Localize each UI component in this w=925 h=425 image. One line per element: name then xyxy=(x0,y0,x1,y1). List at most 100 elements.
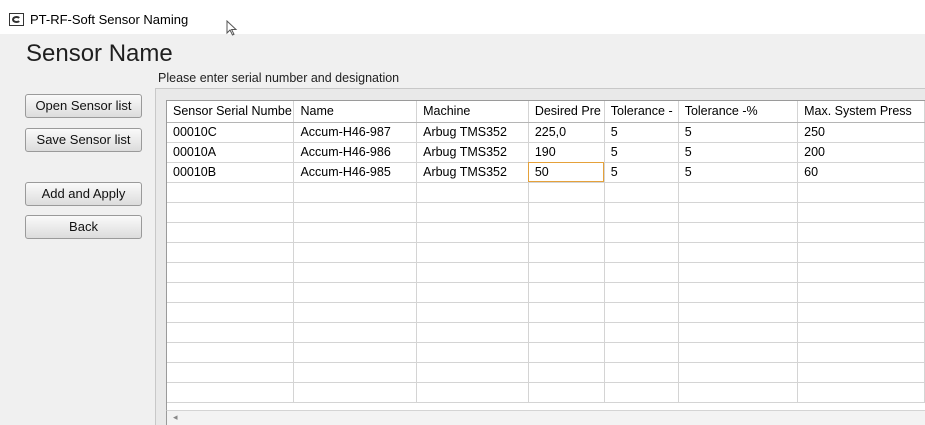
table-cell[interactable] xyxy=(416,282,529,303)
table-cell[interactable] xyxy=(604,242,679,263)
table-cell[interactable] xyxy=(293,302,418,323)
table-cell[interactable] xyxy=(416,362,529,383)
save-sensor-list-button[interactable]: Save Sensor list xyxy=(25,128,142,152)
table-cell[interactable] xyxy=(416,342,529,363)
table-row[interactable] xyxy=(167,362,925,383)
table-cell[interactable] xyxy=(167,382,295,403)
column-header[interactable]: Name xyxy=(293,101,418,123)
table-cell[interactable] xyxy=(678,342,799,363)
table-cell[interactable]: 5 xyxy=(678,142,799,163)
table-cell[interactable] xyxy=(604,342,679,363)
table-cell[interactable] xyxy=(678,262,799,283)
table-cell[interactable]: Accum-H46-987 xyxy=(293,122,418,143)
table-cell[interactable] xyxy=(293,242,418,263)
table-cell[interactable] xyxy=(797,302,925,323)
table-cell[interactable] xyxy=(528,382,605,403)
table-cell[interactable] xyxy=(528,302,605,323)
table-cell[interactable] xyxy=(528,262,605,283)
table-cell[interactable] xyxy=(167,362,295,383)
table-cell[interactable] xyxy=(797,322,925,343)
back-button[interactable]: Back xyxy=(25,215,142,239)
table-row[interactable] xyxy=(167,302,925,323)
table-cell[interactable] xyxy=(528,362,605,383)
table-cell[interactable] xyxy=(604,202,679,223)
table-cell[interactable] xyxy=(416,202,529,223)
table-cell[interactable] xyxy=(416,182,529,203)
table-cell[interactable] xyxy=(528,242,605,263)
table-row[interactable]: 00010A Accum-H46-986 Arbug TMS352 190 5 5 200 xyxy=(167,142,925,163)
table-cell[interactable] xyxy=(797,242,925,263)
table-row[interactable]: 00010B Accum-H46-985 Arbug TMS352 50 5 5 60 xyxy=(167,162,925,183)
table-cell[interactable] xyxy=(797,182,925,203)
column-header[interactable]: Max. System Press xyxy=(797,101,925,123)
table-cell[interactable] xyxy=(293,322,418,343)
table-cell[interactable] xyxy=(604,282,679,303)
table-cell[interactable]: 60 xyxy=(797,162,925,183)
table-cell[interactable] xyxy=(416,262,529,283)
table-row[interactable] xyxy=(167,382,925,403)
table-cell[interactable] xyxy=(293,202,418,223)
table-cell[interactable] xyxy=(604,322,679,343)
table-cell[interactable] xyxy=(797,382,925,403)
table-cell[interactable] xyxy=(167,262,295,283)
table-cell[interactable] xyxy=(293,282,418,303)
column-header[interactable]: Sensor Serial Numbe xyxy=(167,101,295,123)
table-cell[interactable] xyxy=(604,182,679,203)
table-cell[interactable]: 00010C xyxy=(167,122,295,143)
table-cell[interactable] xyxy=(293,182,418,203)
table-cell[interactable] xyxy=(678,282,799,303)
table-cell[interactable]: 50 xyxy=(528,162,605,183)
table-cell[interactable] xyxy=(678,202,799,223)
table-cell[interactable] xyxy=(293,342,418,363)
table-row[interactable] xyxy=(167,262,925,283)
table-cell[interactable] xyxy=(528,342,605,363)
table-cell[interactable] xyxy=(797,262,925,283)
table-cell[interactable] xyxy=(528,222,605,243)
table-cell[interactable] xyxy=(797,342,925,363)
table-cell[interactable]: Accum-H46-986 xyxy=(293,142,418,163)
add-and-apply-button[interactable]: Add and Apply xyxy=(25,182,142,206)
table-cell[interactable] xyxy=(678,322,799,343)
table-cell[interactable] xyxy=(293,262,418,283)
table-cell[interactable] xyxy=(604,262,679,283)
table-row[interactable] xyxy=(167,242,925,263)
column-header[interactable]: Machine xyxy=(416,101,529,123)
table-cell[interactable]: 00010A xyxy=(167,142,295,163)
table-cell[interactable] xyxy=(528,282,605,303)
table-cell[interactable]: Arbug TMS352 xyxy=(416,162,529,183)
table-cell[interactable]: 250 xyxy=(797,122,925,143)
table-cell[interactable] xyxy=(167,222,295,243)
table-cell[interactable] xyxy=(293,362,418,383)
table-cell[interactable] xyxy=(528,322,605,343)
table-cell[interactable]: 00010B xyxy=(167,162,295,183)
table-cell[interactable] xyxy=(167,322,295,343)
table-row[interactable]: 00010C Accum-H46-987 Arbug TMS352 225,0 5 5 25… xyxy=(167,122,925,143)
table-cell[interactable] xyxy=(797,202,925,223)
table-cell[interactable] xyxy=(293,382,418,403)
table-cell[interactable] xyxy=(678,222,799,243)
table-cell[interactable] xyxy=(797,362,925,383)
sensor-table[interactable]: Sensor Serial Numbe Name Machine Desired Pr… xyxy=(166,100,925,410)
table-row[interactable] xyxy=(167,202,925,223)
table-cell[interactable] xyxy=(416,242,529,263)
table-row[interactable] xyxy=(167,222,925,243)
table-cell[interactable] xyxy=(167,182,295,203)
table-cell[interactable] xyxy=(678,382,799,403)
table-cell[interactable]: 5 xyxy=(678,122,799,143)
table-cell[interactable] xyxy=(167,242,295,263)
column-header[interactable]: Tolerance - xyxy=(604,101,679,123)
table-cell[interactable]: 5 xyxy=(604,162,679,183)
table-cell[interactable]: 190 xyxy=(528,142,605,163)
scroll-left-icon[interactable]: ◂ xyxy=(173,412,178,423)
table-cell[interactable] xyxy=(416,322,529,343)
table-cell[interactable] xyxy=(604,302,679,323)
column-header[interactable]: Desired Pre xyxy=(528,101,605,123)
table-row[interactable] xyxy=(167,182,925,203)
table-cell[interactable] xyxy=(167,202,295,223)
table-cell[interactable] xyxy=(167,342,295,363)
open-sensor-list-button[interactable]: Open Sensor list xyxy=(25,94,142,118)
table-cell[interactable] xyxy=(678,362,799,383)
table-cell[interactable] xyxy=(678,302,799,323)
table-cell[interactable] xyxy=(167,302,295,323)
table-cell[interactable]: 200 xyxy=(797,142,925,163)
